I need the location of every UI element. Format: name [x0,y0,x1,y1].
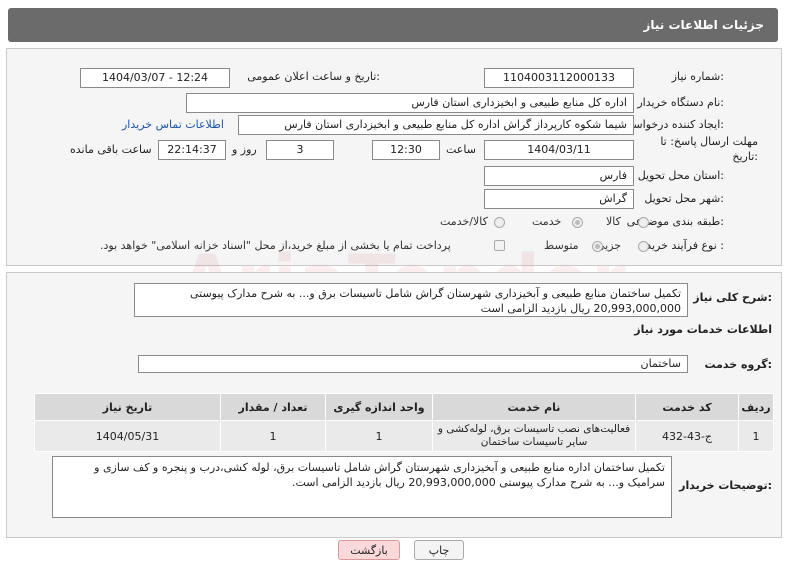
category-radio-goods[interactable] [638,217,649,228]
col-service-name: نام خدمت [432,393,636,421]
summary-field: تکمیل ساختمان منابع طبیعی و آبخیزداری شه… [134,283,688,317]
cell-row-number: 1 [738,420,774,452]
need-number-label: شماره نیاز: [671,70,724,83]
page-title: جزئیات اطلاعات نیاز [643,18,764,32]
deadline-time-field: 12:30 [372,140,440,160]
city-field: گراش [484,189,634,209]
deadline-time-label: ساعت [446,143,476,156]
category-option-goods: کالا [606,215,621,228]
summary-label: شرح کلی نیاز: [693,291,772,304]
col-need-date: تاریخ نیاز [34,393,221,421]
services-title: اطلاعات خدمات مورد نیاز [634,323,772,336]
creator-field: شیما شکوه کارپرداز گراش اداره کل منابع ط… [238,115,634,135]
province-field: فارس [484,166,634,186]
deadline-label: مهلت ارسال پاسخ: تا تاریخ: [660,135,758,163]
buyer-org-field: اداره کل منابع طبیعی و ابخیزداری استان ف… [186,93,634,113]
category-option-both: کالا/خدمت [440,215,488,228]
cell-quantity: 1 [220,420,326,452]
days-field: 3 [266,140,334,160]
col-quantity: تعداد / مقدار [220,393,326,421]
category-option-service: خدمت [532,215,562,228]
table-header-row: ردیف کد خدمت نام خدمت واحد اندازه گیری ت… [34,393,774,421]
cell-need-date: 1404/05/31 [34,420,221,452]
cell-service-name: فعالیت‌های نصب تاسیسات برق، لوله‌کشی و س… [432,420,636,452]
deadline-date-field: 1404/03/11 [484,140,634,160]
process-radio-minor[interactable] [638,241,649,252]
province-label: استان محل تحویل: [637,169,724,182]
remaining-label: ساعت باقی مانده [70,143,152,156]
cell-service-code: ج-43-432 [635,420,739,452]
service-group-field: ساختمان [138,355,688,373]
creator-label: ایجاد کننده درخواست: [622,118,724,131]
category-radio-service[interactable] [572,217,583,228]
service-group-label: گروه خدمت: [704,358,772,371]
col-row-number: ردیف [738,393,774,421]
announce-label: تاریخ و ساعت اعلان عمومی: [247,70,380,83]
buyer-org-label: نام دستگاه خریدار: [637,96,724,109]
buyer-notes-field: تکمیل ساختمان اداره منابع طبیعی و آبخیزد… [52,456,672,518]
days-label: روز و [232,143,257,156]
announce-field: 1404/03/07 - 12:24 [80,68,230,88]
process-label: نوع فرآیند خرید : [646,239,724,252]
category-radio-both[interactable] [494,217,505,228]
print-button[interactable]: چاپ [414,540,464,560]
back-button[interactable]: بازگشت [338,540,400,560]
contact-link[interactable]: اطلاعات تماس خریدار [122,118,224,131]
services-table: ردیف کد خدمت نام خدمت واحد اندازه گیری ت… [34,393,774,452]
col-unit: واحد اندازه گیری [325,393,433,421]
table-row: 1 ج-43-432 فعالیت‌های نصب تاسیسات برق، ل… [34,420,774,452]
cell-unit: 1 [325,420,433,452]
remaining-time-field: 22:14:37 [158,140,226,160]
need-number-field: 1104003112000133 [484,68,634,88]
buyer-notes-label: توضیحات خریدار: [679,479,772,492]
col-service-code: کد خدمت [635,393,739,421]
page-header: جزئیات اطلاعات نیاز [8,8,778,42]
city-label: شهر محل تحویل: [644,192,724,205]
